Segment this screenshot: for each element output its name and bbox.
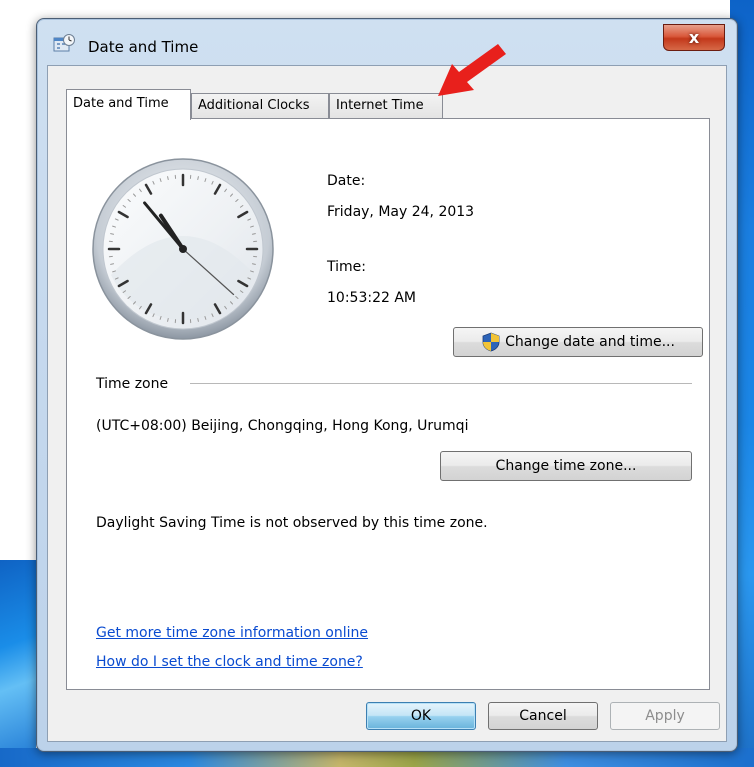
clock-minute-tick [251, 233, 256, 235]
clock-minute-tick [251, 263, 256, 265]
clock-minute-tick [167, 317, 169, 322]
dst-note: Daylight Saving Time is not observed by … [96, 515, 488, 531]
apply-button[interactable]: Apply [610, 702, 720, 730]
annotation-arrow-icon [438, 44, 506, 96]
tab-date-and-time[interactable]: Date and Time [66, 89, 191, 120]
close-icon: x [688, 28, 700, 47]
time-zone-group-divider [190, 383, 692, 384]
close-button[interactable]: x [663, 24, 725, 51]
desktop-background-left [0, 560, 36, 767]
title-bar[interactable]: Date and Time x [37, 19, 737, 65]
date-value: Friday, May 24, 2013 [327, 204, 475, 220]
clock-minute-tick [197, 176, 199, 181]
time-value: 10:53:22 AM [327, 290, 416, 306]
change-date-time-button[interactable]: Change date and time... [453, 327, 703, 357]
button-label: OK [410, 708, 432, 724]
ok-button[interactable]: OK [366, 702, 476, 730]
button-label: Apply [645, 708, 685, 724]
clock-minute-tick [167, 176, 169, 181]
uac-shield-icon [482, 332, 500, 352]
button-label: Change time zone... [495, 458, 637, 474]
button-label: Change date and time... [505, 334, 675, 350]
tab-internet-time[interactable]: Internet Time [329, 93, 443, 119]
date-time-app-icon [53, 34, 75, 52]
more-time-zone-info-link[interactable]: Get more time zone information online [96, 625, 368, 641]
change-time-zone-button[interactable]: Change time zone... [440, 451, 692, 481]
time-zone-group-label: Time zone [96, 376, 175, 392]
tab-label: Date and Time [73, 96, 169, 111]
time-label: Time: [327, 259, 366, 275]
date-time-tab-panel: Date: Friday, May 24, 2013 Time: 10:53:2… [66, 118, 710, 690]
tab-additional-clocks[interactable]: Additional Clocks [191, 93, 329, 119]
time-zone-value: (UTC+08:00) Beijing, Chongqing, Hong Kon… [96, 418, 469, 434]
clock-minute-tick [110, 263, 115, 265]
analog-clock [92, 158, 274, 340]
clock-minute-tick [110, 233, 115, 235]
date-label: Date: [327, 173, 366, 189]
tab-label: Internet Time [336, 98, 424, 113]
tab-label: Additional Clocks [198, 98, 310, 113]
cancel-button[interactable]: Cancel [488, 702, 598, 730]
how-to-set-clock-link[interactable]: How do I set the clock and time zone? [96, 654, 363, 670]
button-label: Cancel [519, 708, 567, 724]
window-title: Date and Time [88, 38, 199, 56]
clock-minute-tick [197, 317, 199, 322]
